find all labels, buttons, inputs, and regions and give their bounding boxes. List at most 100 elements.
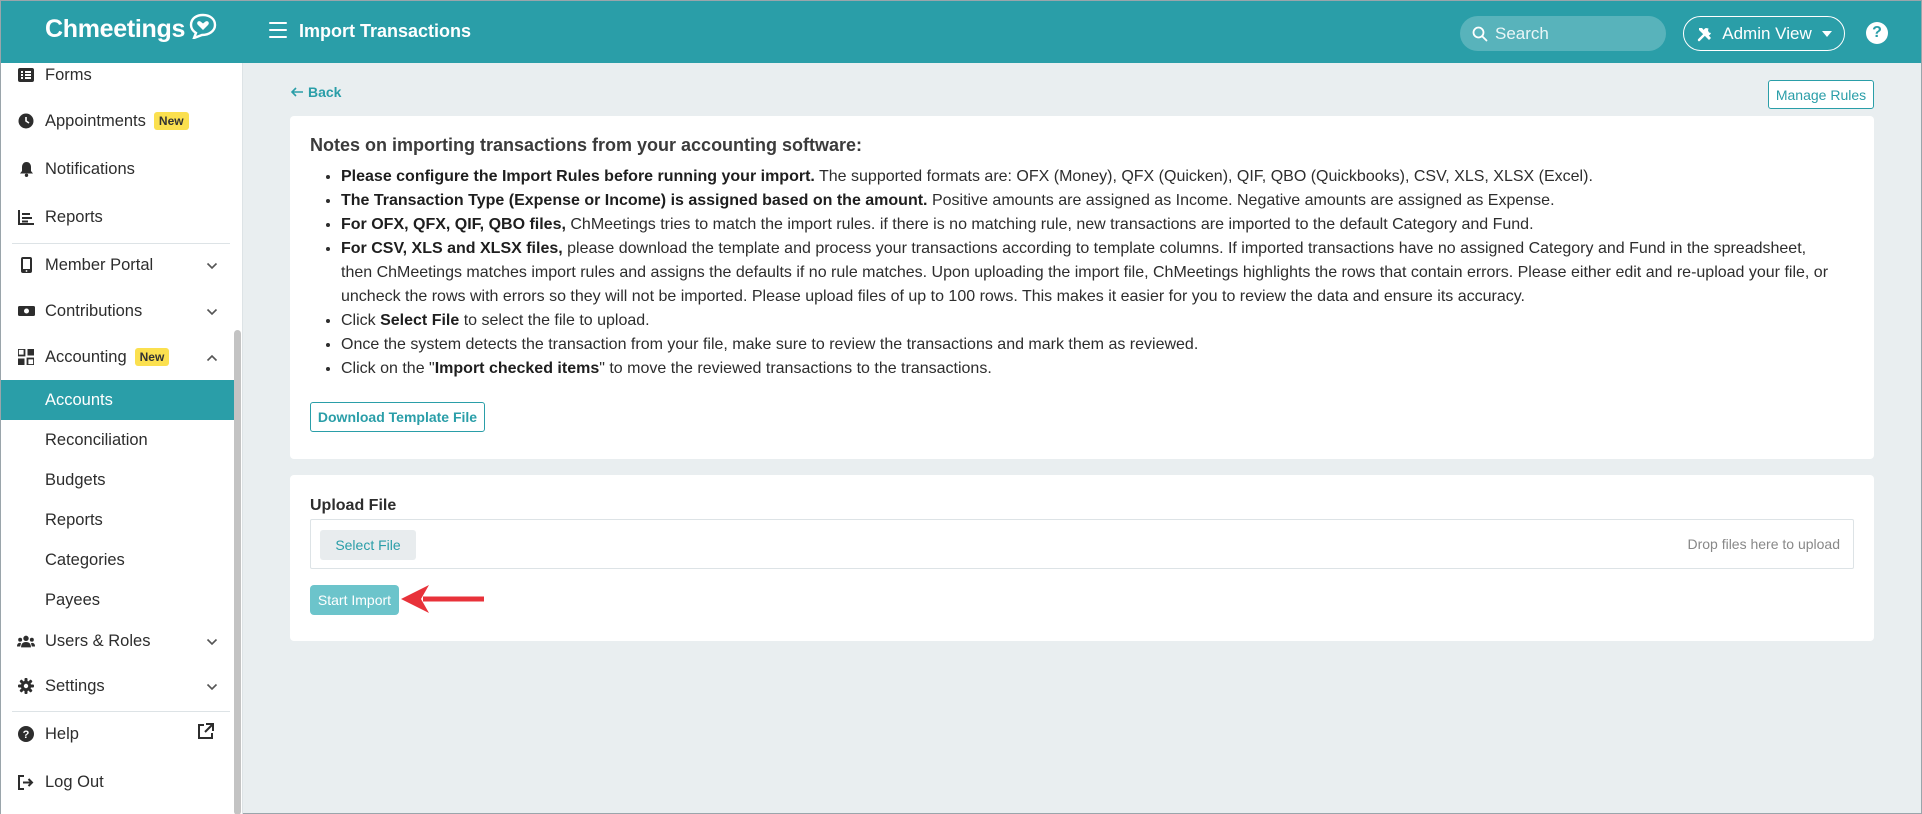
select-file-button[interactable]: Select File xyxy=(320,530,416,560)
help-icon[interactable]: ? xyxy=(1866,22,1888,44)
bell-icon xyxy=(17,160,35,178)
sidebar-item-label: Notifications xyxy=(45,159,135,178)
note-bold: Please configure the Import Rules before… xyxy=(341,168,815,185)
question-icon: ? xyxy=(17,725,35,743)
file-dropzone[interactable]: Select File Drop files here to upload xyxy=(310,519,1854,569)
sidebar-subitem-label: Categories xyxy=(45,551,125,569)
sidebar-item-label: Users & Roles xyxy=(45,631,151,650)
sidebar: Forms Appointments New Notifications Repo… xyxy=(1,63,243,814)
sidebar-subitem-payees[interactable]: Payees xyxy=(1,580,234,620)
brand-name: Chmeetings xyxy=(45,15,186,43)
download-template-button[interactable]: Download Template File xyxy=(310,402,485,432)
sidebar-item-label: Log Out xyxy=(45,772,104,791)
sidebar-item-label: Reports xyxy=(45,207,103,226)
note-bold: For CSV, XLS and XLSX files, xyxy=(341,240,563,257)
note-item: Click on the "Import checked items" to m… xyxy=(341,357,1841,381)
users-icon xyxy=(17,632,35,650)
sidebar-subitem-label: Reconciliation xyxy=(45,431,148,449)
note-pre: Click on the " xyxy=(341,360,435,377)
admin-view-label: Admin View xyxy=(1722,23,1812,43)
sidebar-item-notifications[interactable]: Notifications xyxy=(1,157,234,181)
search-icon xyxy=(1472,26,1488,41)
note-item: Once the system detects the transaction … xyxy=(341,333,1841,357)
logout-icon xyxy=(17,773,35,791)
drop-hint: Drop files here to upload xyxy=(1687,536,1840,552)
grid-icon xyxy=(17,348,35,366)
chevron-down-icon xyxy=(206,302,218,321)
tools-icon xyxy=(1698,27,1712,41)
gear-icon xyxy=(17,677,35,695)
notes-list: Please configure the Import Rules before… xyxy=(341,165,1841,381)
sidebar-subitem-budgets[interactable]: Budgets xyxy=(1,460,234,500)
top-bar: Chmeetings Import Transactions Admin Vie… xyxy=(1,1,1921,63)
note-item: For CSV, XLS and XLSX files, please down… xyxy=(341,237,1841,309)
sidebar-subitem-reports[interactable]: Reports xyxy=(1,500,234,540)
sidebar-divider xyxy=(12,243,230,244)
sidebar-item-contributions[interactable]: Contributions xyxy=(1,299,234,323)
chevron-down-icon xyxy=(206,632,218,651)
sidebar-item-label: Forms xyxy=(45,65,92,84)
note-pre: Click xyxy=(341,312,381,329)
note-text: " to move the reviewed transactions to t… xyxy=(599,360,992,377)
page-title: Import Transactions xyxy=(299,21,472,41)
start-import-button[interactable]: Start Import xyxy=(310,585,399,615)
chat-heart-icon xyxy=(189,13,217,39)
sidebar-subitem-label: Reports xyxy=(45,511,103,529)
new-badge: New xyxy=(153,112,189,131)
chevron-down-icon xyxy=(206,677,218,696)
brand-logo[interactable]: Chmeetings xyxy=(45,13,217,44)
note-bold: Select File xyxy=(380,312,460,329)
sidebar-item-member-portal[interactable]: Member Portal xyxy=(1,253,234,277)
admin-view-button[interactable]: Admin View xyxy=(1683,16,1845,51)
sidebar-item-help[interactable]: ? Help xyxy=(1,722,234,746)
chevron-down-icon xyxy=(206,256,218,275)
note-text: please download the template and process… xyxy=(341,240,1829,305)
sidebar-item-label: Member Portal xyxy=(45,255,154,274)
note-item: Click Select File to select the file to … xyxy=(341,309,1841,333)
search-input[interactable] xyxy=(1495,23,1655,44)
note-item: The Transaction Type (Expense or Income)… xyxy=(341,189,1841,213)
note-text: ChMeetings tries to match the import rul… xyxy=(565,216,1534,233)
manage-rules-button[interactable]: Manage Rules xyxy=(1768,80,1874,109)
sidebar-item-accounting[interactable]: Accounting New xyxy=(1,345,234,369)
chevron-up-icon xyxy=(206,348,218,367)
search-box[interactable] xyxy=(1460,16,1666,51)
upload-file-label: Upload File xyxy=(310,497,397,514)
note-item: For OFX, QFX, QIF, QBO files, ChMeetings… xyxy=(341,213,1841,237)
sidebar-item-settings[interactable]: Settings xyxy=(1,674,234,698)
sidebar-divider xyxy=(12,711,230,712)
sidebar-subitem-categories[interactable]: Categories xyxy=(1,540,234,580)
caret-down-icon xyxy=(1821,30,1832,37)
sidebar-item-logout[interactable]: Log Out xyxy=(1,770,234,794)
note-text: The supported formats are: OFX (Money), … xyxy=(814,168,1593,185)
sidebar-item-forms[interactable]: Forms xyxy=(1,63,234,87)
sidebar-item-label: Help xyxy=(45,724,79,743)
sidebar-scrollbar[interactable] xyxy=(234,330,241,814)
sidebar-subitem-accounts[interactable]: Accounts xyxy=(1,380,234,420)
sidebar-subitem-label: Payees xyxy=(45,591,101,609)
sidebar-subitem-reconciliation[interactable]: Reconciliation xyxy=(1,420,234,460)
sidebar-item-reports[interactable]: Reports xyxy=(1,205,234,229)
svg-text:?: ? xyxy=(23,729,30,741)
back-link[interactable]: Back xyxy=(291,84,341,100)
mobile-icon xyxy=(17,256,35,274)
list-icon xyxy=(17,66,35,84)
sidebar-item-users-roles[interactable]: Users & Roles xyxy=(1,629,234,653)
back-label: Back xyxy=(308,84,342,100)
sidebar-item-label: Contributions xyxy=(45,301,143,320)
note-item: Please configure the Import Rules before… xyxy=(341,165,1841,189)
note-text: to select the file to upload. xyxy=(459,312,650,329)
sidebar-item-appointments[interactable]: Appointments New xyxy=(1,109,234,133)
import-notes-card: Notes on importing transactions from you… xyxy=(290,116,1874,459)
notes-title: Notes on importing transactions from you… xyxy=(310,135,863,155)
dollar-icon xyxy=(17,302,35,320)
red-arrow-annotation-icon xyxy=(401,585,484,613)
upload-card: Upload File Select File Drop files here … xyxy=(290,475,1874,641)
clock-icon xyxy=(17,112,35,130)
sidebar-item-label: Settings xyxy=(45,676,105,695)
chart-icon xyxy=(17,208,35,226)
menu-toggle-button[interactable] xyxy=(269,22,287,38)
note-text: Positive amounts are assigned as Income.… xyxy=(927,192,1555,209)
note-bold: The Transaction Type (Expense or Income)… xyxy=(341,192,928,209)
note-text: Once the system detects the transaction … xyxy=(341,336,1199,353)
